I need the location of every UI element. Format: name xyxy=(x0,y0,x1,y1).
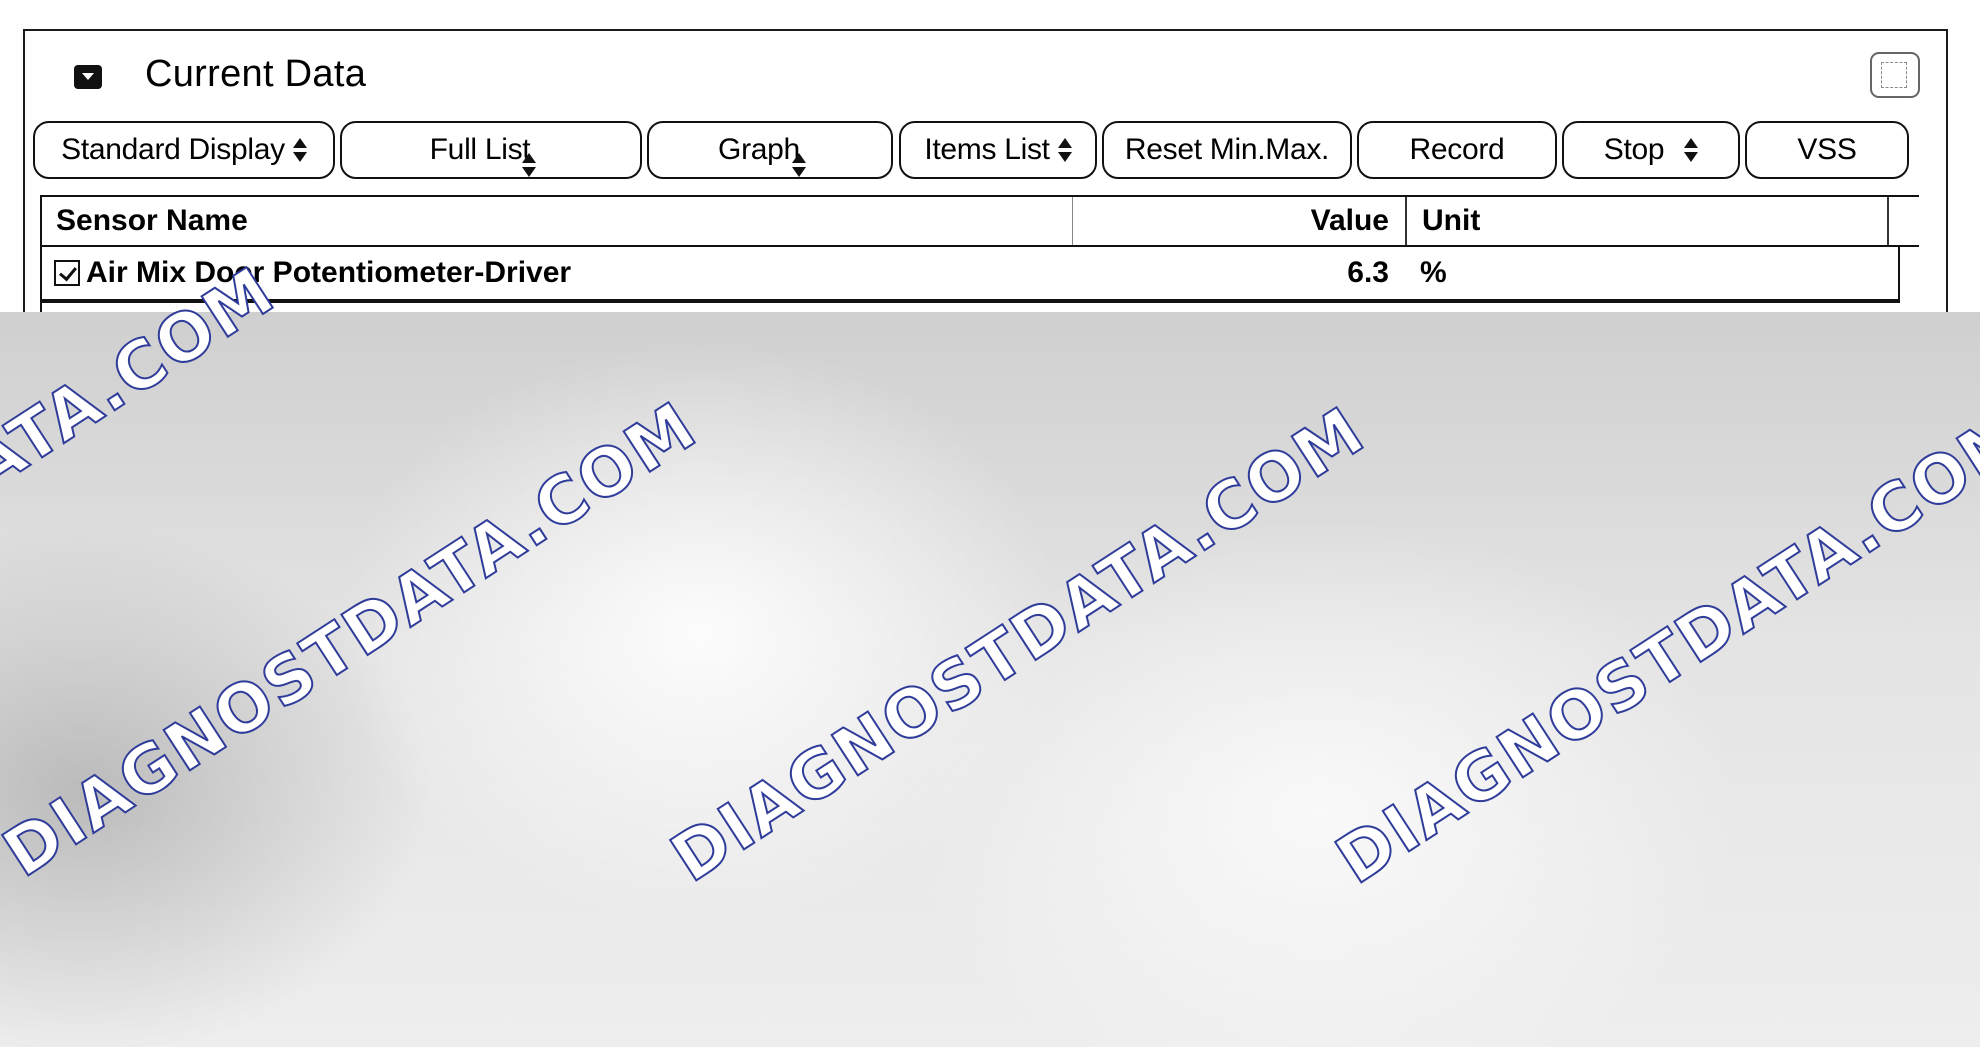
record-label: Record xyxy=(1409,133,1505,166)
sensor-name-cell: Air Mix Door Potentiometer-Driver xyxy=(86,256,572,289)
column-header-value[interactable]: Value xyxy=(1072,197,1397,245)
spinner-icon xyxy=(522,152,537,178)
vss-button[interactable]: VSS xyxy=(1745,121,1909,179)
stop-select[interactable]: Stop xyxy=(1562,121,1740,179)
column-divider xyxy=(1887,197,1889,245)
spinner-icon xyxy=(791,152,806,178)
table-header: Sensor Name Value Unit xyxy=(42,197,1919,247)
top-region: Current Data Standard Display Full List … xyxy=(0,0,1980,337)
column-header-unit[interactable]: Unit xyxy=(1405,197,1845,245)
sensor-value-cell: 6.3 xyxy=(1347,256,1389,289)
spinner-icon xyxy=(292,137,307,163)
reset-min-max-label: Reset Min.Max. xyxy=(1124,133,1330,166)
stop-label: Stop xyxy=(1603,133,1665,166)
items-list-label: Items List xyxy=(924,133,1050,166)
record-button[interactable]: Record xyxy=(1357,121,1557,179)
reset-min-max-button[interactable]: Reset Min.Max. xyxy=(1102,121,1352,179)
graph-label: Graph xyxy=(718,133,800,166)
column-header-sensor-name[interactable]: Sensor Name xyxy=(56,197,248,245)
spinner-icon xyxy=(1684,137,1699,163)
standard-display-label: Standard Display xyxy=(61,133,285,166)
items-list-select[interactable]: Items List xyxy=(899,121,1097,179)
vss-label: VSS xyxy=(1797,133,1857,166)
standard-display-select[interactable]: Standard Display xyxy=(33,121,335,179)
spinner-icon xyxy=(1057,137,1072,163)
current-data-panel: Current Data Standard Display Full List … xyxy=(23,29,1948,337)
full-list-select[interactable]: Full List xyxy=(340,121,642,179)
row-checkbox[interactable] xyxy=(54,260,80,286)
graph-select[interactable]: Graph xyxy=(647,121,893,179)
table-row[interactable]: Air Mix Door Potentiometer-Driver 6.3 % xyxy=(42,247,1900,303)
full-list-label: Full List xyxy=(429,133,531,166)
sensor-unit-cell: % xyxy=(1420,256,1447,289)
